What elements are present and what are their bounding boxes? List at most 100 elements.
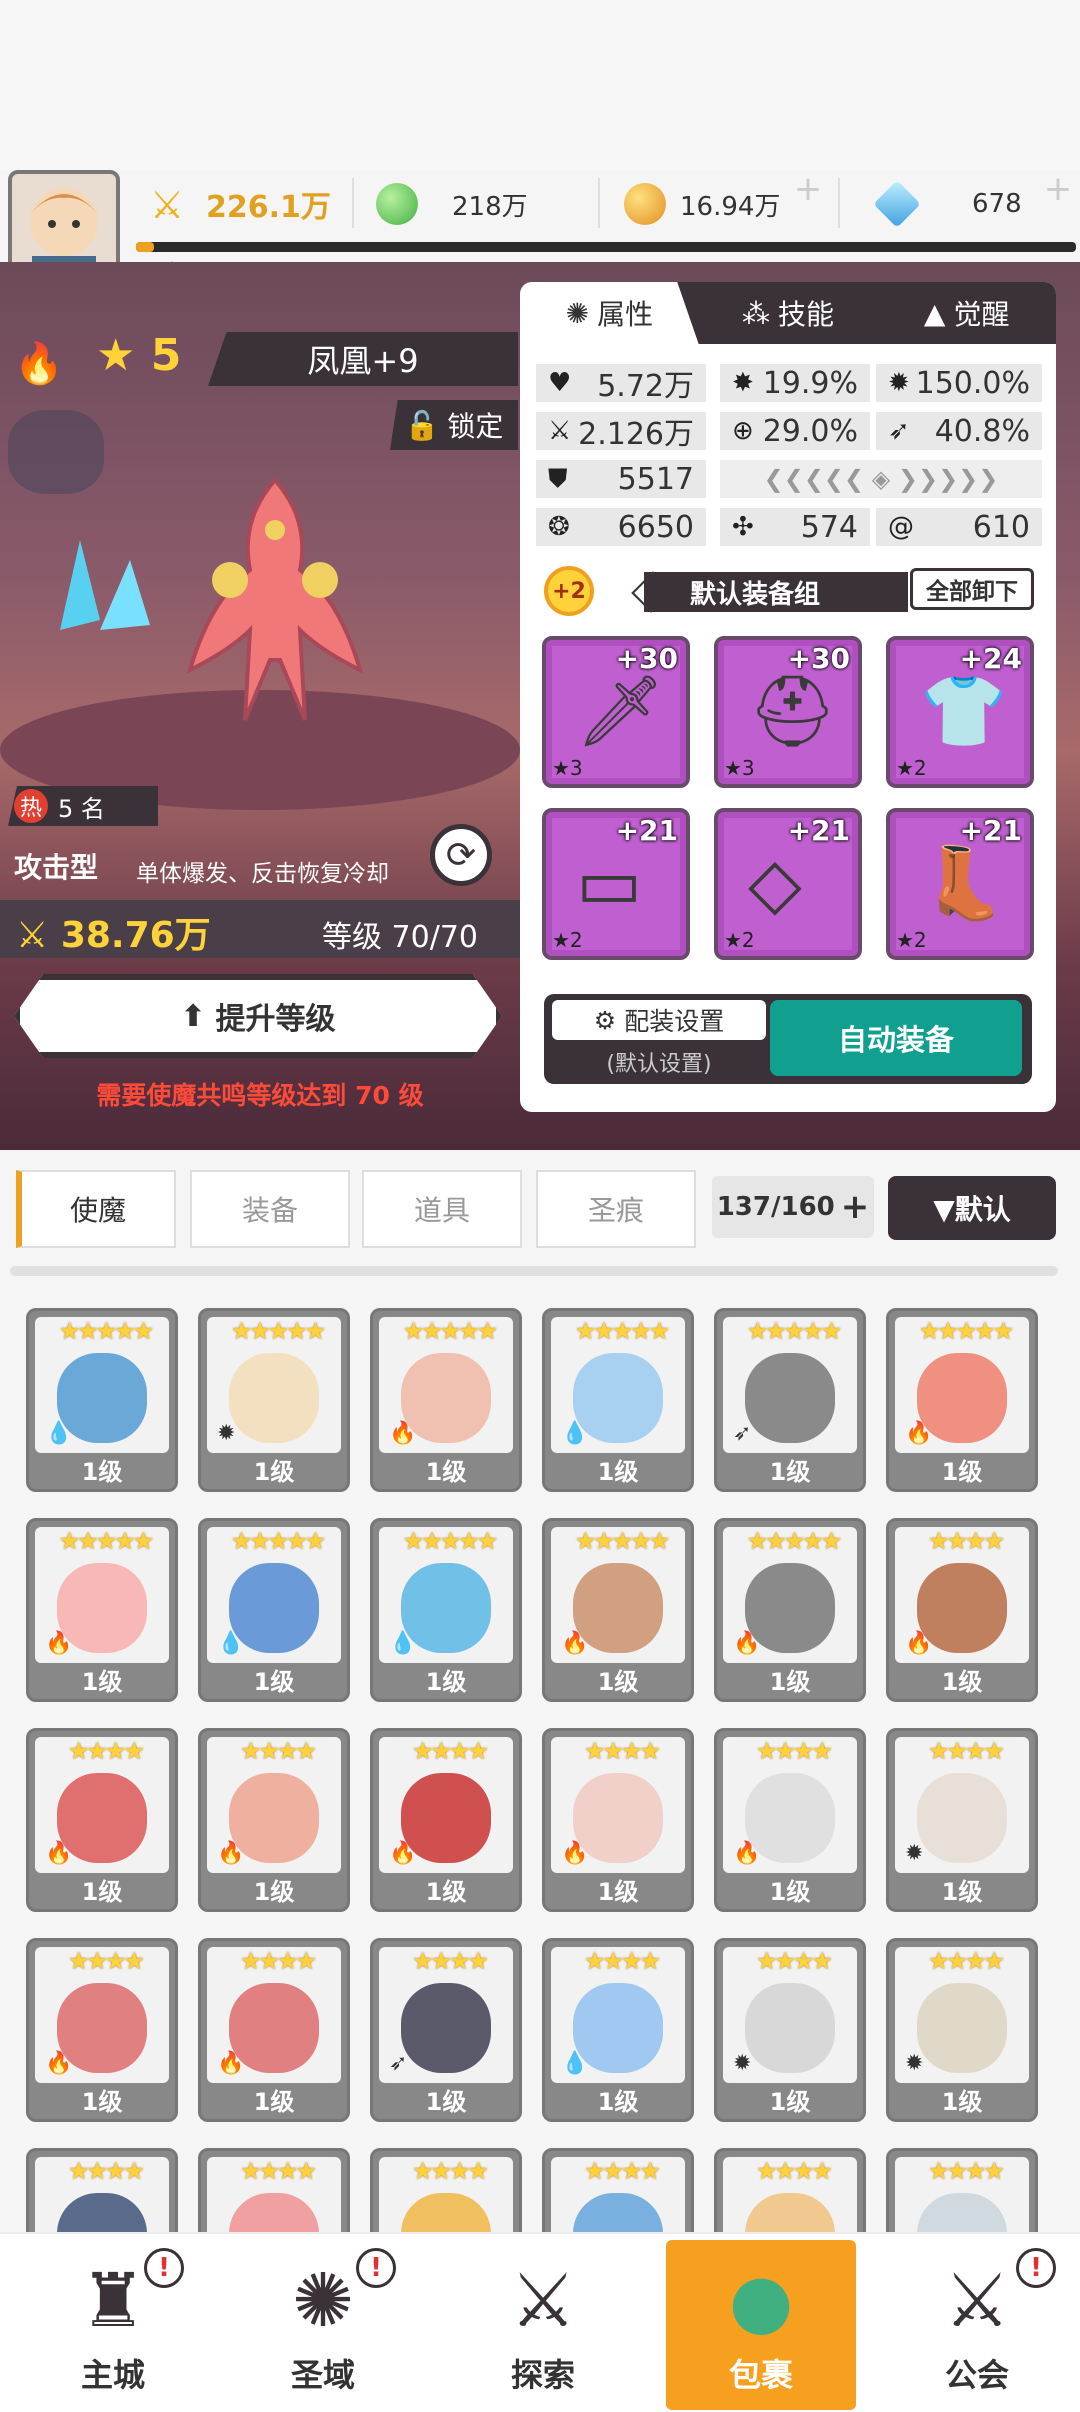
alert-badge: ! <box>356 2248 396 2288</box>
gear-slot-belt[interactable]: ▭ +21 ★2 <box>542 808 690 960</box>
loadout-settings-button[interactable]: ⚙ 配装设置 <box>552 1000 766 1040</box>
familiar-level: 1级 <box>597 1458 639 1486</box>
upgrade-level-button[interactable]: ⬆ 提升等级 <box>14 974 502 1058</box>
crit-icon: ✸ <box>732 368 754 398</box>
familiar-level: 1级 <box>253 1458 295 1486</box>
familiar-level: 1级 <box>425 1458 467 1486</box>
familiar-stars: ★★★★★ <box>58 1527 155 1555</box>
familiar-portrait: ★★★★ 💧 <box>551 1947 685 2083</box>
familiar-card[interactable]: ★★★★★ 🔥 1级 <box>26 1518 178 1702</box>
familiar-card[interactable]: ★★★★★ 🔥 1级 <box>542 1518 694 1702</box>
locked-pet-icon[interactable] <box>8 410 104 494</box>
gear-slot-necklace[interactable]: ◇ +21 ★2 <box>714 808 862 960</box>
familiar-card[interactable]: ★★★★ 🔥 1级 <box>714 1728 866 1912</box>
equipment-set-name[interactable]: 默认装备组 <box>644 572 908 612</box>
auto-equip-button[interactable]: 自动装备 <box>770 1000 1022 1076</box>
familiar-card[interactable]: ★★★★★ 🔥 1级 <box>714 1518 866 1702</box>
gear-slot-helmet[interactable]: ⛑ +30 ★3 <box>714 636 862 788</box>
fire-element-icon: 🔥 <box>561 1631 589 1656</box>
sort-dropdown[interactable]: ▼默认 <box>888 1176 1056 1240</box>
speed-icon: ➶ <box>888 416 910 446</box>
familiar-card[interactable]: ★★★★ 🔥 1级 <box>198 1938 350 2122</box>
stat-crit-dmg-value: 150.0% <box>915 365 1030 401</box>
blue-gem-value: 678 <box>972 189 1022 219</box>
refresh-icon: ⟳ <box>445 834 477 876</box>
familiar-card[interactable]: ★★★★ 🔥 1级 <box>542 1728 694 1912</box>
familiar-card[interactable]: ★★★★ ✹ 1级 <box>886 1728 1038 1912</box>
familiar-level: 1级 <box>941 1668 983 1696</box>
familiar-stars: ★★★★ <box>927 1737 1005 1765</box>
familiar-card[interactable]: ★★★★ ✹ 1级 <box>714 1938 866 2122</box>
familiar-level: 1级 <box>769 1458 811 1486</box>
tab-equipment[interactable]: 装备 <box>190 1170 350 1248</box>
familiar-stars: ★★★★ <box>927 2157 1005 2185</box>
familiar-card[interactable]: ★★★★★ ➶ 1级 <box>714 1308 866 1492</box>
add-gold-button[interactable]: + <box>790 172 826 208</box>
belt-icon: ▭ <box>576 842 643 924</box>
familiar-stars: ★★★★★ <box>230 1527 327 1555</box>
familiar-card[interactable]: ★★★★ 🔥 1级 <box>26 1938 178 2122</box>
familiar-card[interactable]: ★★★★★ 🔥 1级 <box>370 1308 522 1492</box>
familiar-card[interactable]: ★★★★ 🔥 1级 <box>198 1728 350 1912</box>
tab-label: 技能 <box>778 298 835 331</box>
tab-skills[interactable]: ⁂ 技能 <box>699 282 878 344</box>
gear-slot-weapon[interactable]: 🗡 +30 ★3 <box>542 636 690 788</box>
familiar-portrait: ★★★★ 🔥 <box>207 1947 341 2083</box>
tab-items[interactable]: 道具 <box>362 1170 522 1248</box>
fire-element-icon: 🔥 <box>45 2051 73 2076</box>
fire-element-icon: 🔥 <box>905 1631 933 1656</box>
familiar-portrait: ★★★★ 🔥 <box>379 1737 513 1873</box>
unequip-all-button[interactable]: 全部卸下 <box>910 568 1034 610</box>
tab-attributes[interactable]: ✺ 属性 <box>520 282 699 344</box>
capacity-value: 137/160 <box>716 1192 835 1222</box>
familiar-card[interactable]: ★★★★★ ✹ 1级 <box>198 1308 350 1492</box>
familiar-card[interactable]: ★★★★ ✹ 1级 <box>886 1938 1038 2122</box>
hero-level: 等级 70/70 <box>322 920 478 955</box>
nav-label: 包裹 <box>728 2356 793 2394</box>
lock-button[interactable]: 🔓 锁定 <box>390 400 518 450</box>
familiar-card[interactable]: ★★★★ 🔥 1级 <box>26 1728 178 1912</box>
blue-gem-resource: 678 <box>873 172 1022 236</box>
switch-skin-button[interactable]: ⟳ <box>430 824 492 886</box>
config-subtitle: (默认设置) <box>606 1052 712 1077</box>
stat-crit-value: 19.9% <box>762 365 858 401</box>
fire-element-icon: 🔥 <box>733 1841 761 1866</box>
inventory-capacity[interactable]: 137/160 + <box>712 1176 874 1238</box>
familiar-face <box>917 1773 1007 1863</box>
familiar-portrait: ★★★★ 🔥 <box>35 1737 169 1873</box>
familiar-card[interactable]: ★★★★★ 🔥 1级 <box>886 1308 1038 1492</box>
detail-tabs: ✺ 属性 ⁂ 技能 ▲ 觉醒 <box>520 282 1056 344</box>
armor-icon: 👕 <box>920 670 1008 752</box>
green-orb-value: 218万 <box>452 191 528 222</box>
gear-slot-boots[interactable]: 👢 +21 ★2 <box>886 808 1034 960</box>
add-gem-button[interactable]: + <box>1040 172 1076 208</box>
familiar-card[interactable]: ★★★★ 🔥 1级 <box>886 1518 1038 1702</box>
familiar-card[interactable]: ★★★★★ 💧 1级 <box>370 1518 522 1702</box>
familiar-card[interactable]: ★★★★★ 💧 1级 <box>542 1308 694 1492</box>
familiar-card[interactable]: ★★★★ 🔥 1级 <box>370 1728 522 1912</box>
nav-bag[interactable]: ● 包裹 <box>666 2240 856 2410</box>
awaken-icon: ▲ <box>923 296 946 330</box>
tab-awaken[interactable]: ▲ 觉醒 <box>877 282 1056 344</box>
familiar-stars: ★★★★ <box>411 1947 489 1975</box>
gear-level: +30 <box>615 642 678 675</box>
gear-slot-armor[interactable]: 👕 +24 ★2 <box>886 636 1034 788</box>
stat-hp-value: 5.72万 <box>597 369 694 404</box>
tab-familiars[interactable]: 使魔 <box>16 1170 176 1248</box>
nav-explore[interactable]: ⚔ 探索 <box>458 2240 628 2410</box>
divider <box>838 178 840 228</box>
castle-icon: ♜ <box>79 2258 147 2344</box>
guild-icon: ⚔ <box>943 2258 1011 2344</box>
familiar-card[interactable]: ★★★★ ➶ 1级 <box>370 1938 522 2122</box>
stat-hit-value: 29.0% <box>762 413 858 449</box>
hero-type-description: 单体爆发、反击恢复冷却 <box>136 861 389 887</box>
tab-stigma[interactable]: 圣痕 <box>536 1170 696 1248</box>
fire-element-icon: 🔥 <box>217 1841 245 1866</box>
necklace-icon: ◇ <box>748 842 802 924</box>
familiar-card[interactable]: ★★★★★ 💧 1级 <box>26 1308 178 1492</box>
familiar-card[interactable]: ★★★★ 💧 1级 <box>542 1938 694 2122</box>
familiar-stars: ★★★★ <box>67 2157 145 2185</box>
familiar-card[interactable]: ★★★★★ 💧 1级 <box>198 1518 350 1702</box>
familiar-level: 1级 <box>253 1878 295 1906</box>
stat-def-value: 5517 <box>617 461 694 497</box>
